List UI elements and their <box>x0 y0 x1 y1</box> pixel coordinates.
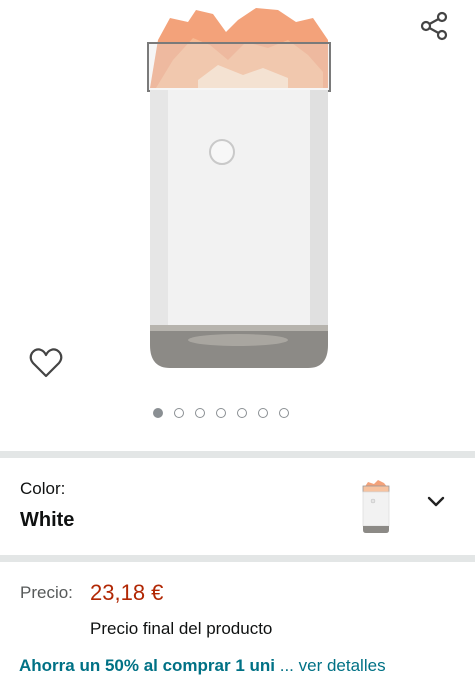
color-label: Color: <box>20 479 66 498</box>
pagination-dot[interactable] <box>153 408 163 418</box>
device-body <box>150 90 328 325</box>
share-icon[interactable] <box>418 10 450 42</box>
view-details-link[interactable]: ... ver detalles <box>275 656 386 675</box>
pagination-dot[interactable] <box>279 408 289 418</box>
power-button <box>209 139 235 165</box>
heart-icon[interactable] <box>28 345 64 381</box>
price-note: Precio final del producto <box>90 619 273 638</box>
product-image-gallery[interactable] <box>0 0 475 450</box>
chevron-down-icon[interactable] <box>424 490 448 514</box>
price-value: 23,18 € <box>90 580 164 605</box>
price-label: Precio: <box>20 583 73 602</box>
pagination-dot[interactable] <box>174 408 184 418</box>
image-pagination-dots <box>153 408 289 424</box>
pagination-dot[interactable] <box>237 408 247 418</box>
promotion-text: Ahorra un 50% al comprar 1 uni <box>19 656 276 675</box>
pagination-dot[interactable] <box>195 408 205 418</box>
divider <box>0 555 475 562</box>
pagination-dot[interactable] <box>258 408 268 418</box>
color-selector[interactable]: Color: White <box>0 462 475 555</box>
selected-color-value: White <box>20 509 75 531</box>
product-image[interactable] <box>138 0 338 375</box>
promotion-link[interactable]: Ahorra un 50% al comprar 1 uni ... ver d… <box>19 656 386 676</box>
pagination-dot[interactable] <box>216 408 226 418</box>
color-thumbnail[interactable] <box>356 476 396 538</box>
divider <box>0 451 475 458</box>
device-base <box>150 325 328 368</box>
glass-jar <box>147 42 331 92</box>
